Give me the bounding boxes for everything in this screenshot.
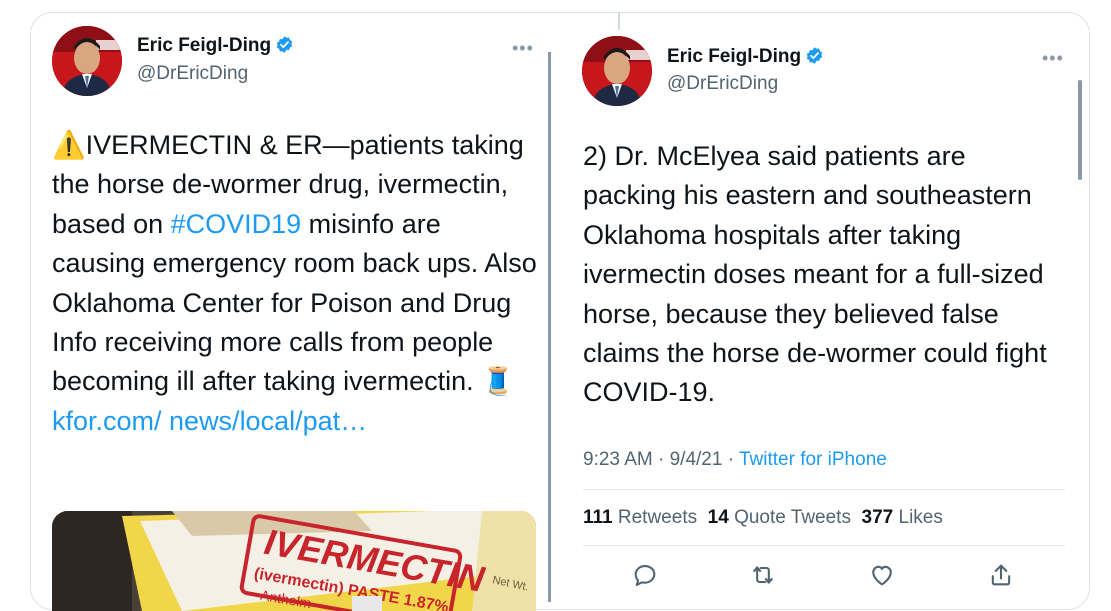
avatar-image — [582, 36, 652, 106]
retweet-icon — [753, 566, 773, 584]
right-more-options-icon[interactable]: ••• — [1042, 48, 1064, 69]
hashtag-link[interactable]: #COVID19 — [171, 209, 302, 239]
scrollbar[interactable] — [1078, 80, 1082, 180]
avatar-image — [52, 26, 122, 96]
thread-emoji: 🧵 — [481, 366, 515, 397]
author-name-text: Eric Feigl-Ding — [667, 46, 802, 67]
article-link[interactable]: kfor.com/ news/local/pat… — [52, 406, 367, 436]
warning-emoji: ⚠️ — [52, 130, 86, 160]
author-name-text: Eric Feigl-Ding — [137, 35, 272, 56]
left-author-name[interactable]: Eric Feigl-Ding — [137, 35, 294, 60]
retweets-stat[interactable]: 111 Retweets — [583, 507, 697, 528]
reply-icon — [634, 564, 656, 586]
left-tweet-text: ⚠️IVERMECTIN & ER—patients taking the ho… — [52, 130, 537, 436]
right-tweet-text: 2) Dr. McElyea said patients are packing… — [583, 141, 1047, 408]
verified-badge-icon — [805, 46, 824, 71]
retweet-button[interactable] — [749, 561, 779, 591]
right-author-handle[interactable]: @DrEricDing — [667, 73, 778, 95]
share-button[interactable] — [987, 561, 1017, 591]
heart-icon — [872, 565, 892, 586]
reply-button[interactable] — [631, 561, 661, 591]
left-more-options-icon[interactable]: ••• — [512, 38, 534, 59]
tweet-time[interactable]: 9:23 AM — [583, 449, 653, 470]
verified-badge-icon — [275, 35, 294, 60]
like-button[interactable] — [868, 561, 898, 591]
left-tweet-media-image[interactable]: IVERMECTIN (ivermectin) PASTE 1.87% Anth… — [52, 511, 536, 611]
likes-stat[interactable]: 377 Likes — [862, 507, 943, 528]
thread-connector-line — [618, 12, 620, 30]
left-author-handle[interactable]: @DrEricDing — [137, 63, 248, 85]
right-author-avatar[interactable] — [582, 36, 652, 106]
tweet-divider — [548, 52, 551, 602]
stats-divider-bottom — [583, 545, 1065, 546]
quote-tweets-stat[interactable]: 14 Quote Tweets — [708, 507, 851, 528]
tweet-date[interactable]: 9/4/21 — [670, 449, 723, 470]
stats-divider-top — [583, 489, 1065, 490]
left-author-avatar[interactable] — [52, 26, 122, 96]
tweet-source-link[interactable]: Twitter for iPhone — [739, 449, 887, 470]
share-icon — [991, 564, 1011, 586]
right-author-name[interactable]: Eric Feigl-Ding — [667, 46, 824, 71]
tweet-stats: 111 Retweets 14 Quote Tweets 377 Likes — [583, 507, 943, 529]
tweet-timestamp: 9:23 AM · 9/4/21 · Twitter for iPhone — [583, 449, 887, 470]
